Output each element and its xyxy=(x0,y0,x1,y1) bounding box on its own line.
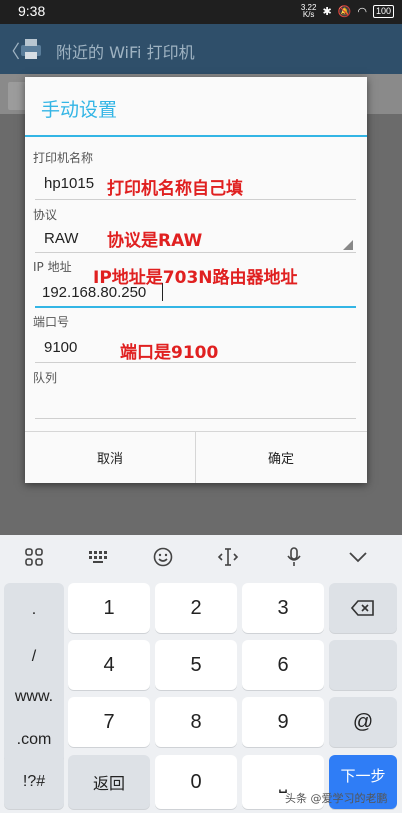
queue-underline xyxy=(35,418,356,419)
port-field[interactable]: 9100 xyxy=(44,339,77,356)
key-3[interactable]: 3 xyxy=(242,583,324,633)
at-key[interactable]: @ xyxy=(329,697,397,747)
printer-name-field[interactable]: hp1015 xyxy=(44,175,94,192)
emoji-icon[interactable] xyxy=(149,543,177,571)
status-icons: 3.22 K/s ✱ 🔕 ◠ 100 xyxy=(300,3,394,19)
protocol-annotation: 协议是RAW xyxy=(107,231,203,251)
mic-icon[interactable] xyxy=(280,543,308,571)
grid-icon[interactable] xyxy=(20,543,48,571)
keyboard-toolbar xyxy=(0,535,402,579)
key-8[interactable]: 8 xyxy=(155,697,237,747)
cancel-button[interactable]: 取消 xyxy=(25,432,195,483)
printer-icon xyxy=(21,39,41,59)
key-0[interactable]: 0 xyxy=(155,755,237,809)
dialog-title: 手动设置 xyxy=(41,99,118,121)
status-time: 9:38 xyxy=(18,3,46,19)
wifi-icon: ◠ xyxy=(357,5,367,18)
port-label: 端口号 xyxy=(33,315,70,329)
cursor-icon[interactable] xyxy=(214,543,242,571)
key-7[interactable]: 7 xyxy=(68,697,150,747)
empty-key[interactable] xyxy=(329,640,397,690)
protocol-label: 协议 xyxy=(33,208,58,222)
port-annotation: 端口是9100 xyxy=(120,343,219,363)
printer-name-underline xyxy=(35,199,356,200)
chevron-down-icon[interactable] xyxy=(344,543,372,571)
battery-icon: 100 xyxy=(372,4,394,18)
backspace-icon xyxy=(351,600,374,616)
protocol-underline xyxy=(35,252,356,253)
printer-name-annotation: 打印机名称自己填 xyxy=(107,179,243,199)
net-speed: 3.22 K/s xyxy=(300,3,317,19)
key-5[interactable]: 5 xyxy=(155,640,237,690)
key-www[interactable]: www. xyxy=(4,677,64,717)
key-9[interactable]: 9 xyxy=(242,697,324,747)
bluetooth-icon: ✱ xyxy=(322,5,332,18)
app-title: 附近的 WiFi 打印机 xyxy=(56,43,195,62)
soft-keyboard: . / www. .com !?# 1 2 3 4 5 6 7 8 9 返回 0… xyxy=(0,535,402,813)
queue-label: 队列 xyxy=(33,371,58,385)
ip-address-label: IP 地址 xyxy=(33,260,72,274)
key-4[interactable]: 4 xyxy=(68,640,150,690)
key-slash[interactable]: / xyxy=(4,637,64,677)
watermark: 头条 @爱学习的老鹏 xyxy=(285,792,388,805)
back-key[interactable]: 返回 xyxy=(68,755,150,809)
ok-button[interactable]: 确定 xyxy=(196,432,366,483)
key-symbols[interactable]: !?# xyxy=(4,755,64,809)
app-bar: 〈 附近的 WiFi 打印机 xyxy=(0,24,402,74)
delete-key[interactable] xyxy=(329,583,397,633)
ip-address-annotation: IP地址是703N路由器地址 xyxy=(93,268,298,288)
title-divider xyxy=(25,135,367,137)
key-6[interactable]: 6 xyxy=(242,640,324,690)
status-bar: 9:38 3.22 K/s ✱ 🔕 ◠ 100 xyxy=(0,0,402,24)
ip-address-underline xyxy=(35,306,356,308)
key-1[interactable]: 1 xyxy=(68,583,150,633)
protocol-select[interactable]: RAW xyxy=(44,230,78,247)
key-dot[interactable]: . xyxy=(4,583,64,637)
keyboard-icon[interactable] xyxy=(84,543,112,571)
mute-icon: 🔕 xyxy=(337,5,352,18)
manual-setup-dialog: 手动设置 打印机名称 hp1015 打印机名称自己填 协议 RAW 协议是RAW… xyxy=(25,77,367,483)
dropdown-arrow-icon[interactable] xyxy=(343,240,353,250)
key-2[interactable]: 2 xyxy=(155,583,237,633)
printer-name-label: 打印机名称 xyxy=(33,151,94,165)
